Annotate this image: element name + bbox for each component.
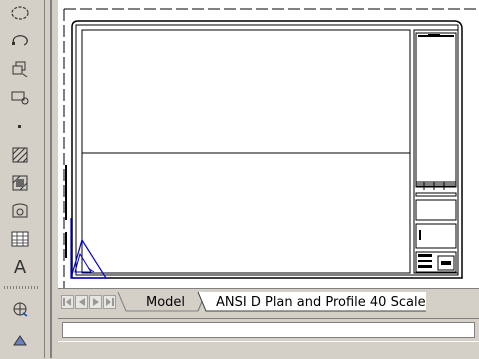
margin-note — [65, 165, 67, 220]
first-tab-icon — [63, 298, 71, 306]
first-tab-button[interactable] — [61, 295, 74, 309]
profile-viewport[interactable] — [81, 152, 411, 274]
ellipse-arc-icon[interactable] — [6, 30, 34, 52]
sheet-inner-border — [75, 24, 459, 276]
title-block-field — [415, 223, 457, 249]
sheet-border — [71, 20, 463, 279]
title-block-field — [415, 199, 457, 221]
drawing-canvas[interactable] — [58, 0, 479, 288]
title-block-mark — [418, 265, 432, 268]
orbit-icon[interactable] — [6, 298, 34, 320]
layout-tab-bar: Model ANSI D Plan and Profile 40 Scale — [58, 288, 479, 317]
previous-tab-icon — [78, 298, 85, 306]
command-input[interactable] — [62, 322, 475, 338]
next-tab-icon — [92, 298, 99, 306]
tab-ansi-d-plan-profile[interactable]: ANSI D Plan and Profile 40 Scale — [216, 293, 426, 313]
gradient-icon[interactable] — [6, 172, 34, 194]
toolbar-grip[interactable] — [4, 286, 38, 289]
next-tab-button[interactable] — [89, 295, 102, 309]
title-block-field — [415, 192, 457, 197]
revcloud-icon[interactable] — [6, 2, 34, 24]
hatch-icon[interactable] — [6, 144, 34, 166]
draw-toolbar: A — [0, 0, 45, 358]
point-icon[interactable] — [6, 116, 34, 138]
title-block-mark — [419, 230, 421, 240]
title-block-sheet-no-text — [441, 261, 451, 265]
layer-icon[interactable] — [6, 330, 34, 352]
plan-viewport[interactable] — [81, 29, 411, 154]
region-icon[interactable] — [6, 200, 34, 222]
command-line — [58, 318, 479, 341]
table-icon[interactable] — [6, 228, 34, 250]
divider — [50, 0, 52, 358]
make-block-icon[interactable] — [6, 86, 34, 108]
title-block-mark — [418, 254, 432, 257]
multiline-text-icon[interactable]: A — [6, 256, 34, 278]
insert-block-icon[interactable] — [6, 58, 34, 80]
last-tab-button[interactable] — [103, 295, 116, 309]
layout-sheet — [63, 8, 479, 288]
tab-model[interactable]: Model — [146, 293, 185, 313]
multiline-text-label: A — [13, 256, 27, 278]
status-bar — [58, 341, 479, 359]
last-tab-icon — [106, 298, 114, 306]
margin-note — [65, 232, 67, 258]
title-block-label — [428, 34, 440, 36]
title-block-mark — [418, 260, 432, 262]
previous-tab-button[interactable] — [75, 295, 88, 309]
title-block-revisions — [415, 32, 457, 188]
